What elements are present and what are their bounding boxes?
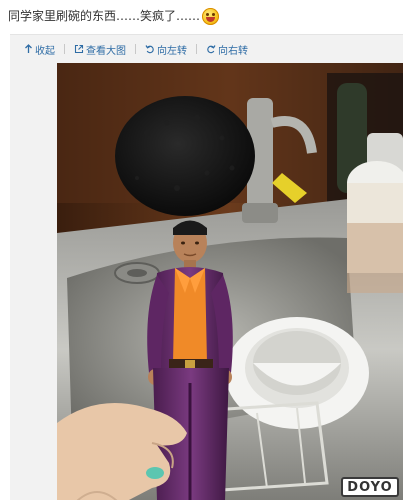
- laughing-face-icon: [202, 7, 220, 25]
- external-link-icon: [74, 44, 84, 54]
- post-text: 同学家里刷碗的东西……笑疯了……: [8, 9, 201, 23]
- collapse-button[interactable]: 收起: [24, 42, 55, 57]
- view-large-button[interactable]: 查看大图: [74, 42, 126, 57]
- divider: [135, 44, 136, 54]
- media-card: 收起 查看大图 向左转 向右转 DOYO: [10, 34, 403, 500]
- image-toolbar: 收起 查看大图 向左转 向右转: [24, 41, 248, 57]
- divider: [196, 44, 197, 54]
- site-watermark-logo: DOYO: [341, 477, 399, 497]
- rotate-right-icon: [207, 45, 216, 54]
- view-large-label: 查看大图: [86, 45, 126, 57]
- rotate-left-button[interactable]: 向左转: [145, 42, 187, 57]
- rotate-left-label: 向左转: [157, 45, 187, 57]
- rotate-right-button[interactable]: 向右转: [206, 42, 248, 57]
- arrow-up-icon: [25, 44, 32, 53]
- divider: [64, 44, 65, 54]
- photo-illustration: [57, 63, 403, 500]
- post-text-row: 同学家里刷碗的东西……笑疯了……: [8, 7, 220, 25]
- weibo-post: 同学家里刷碗的东西……笑疯了…… 收起 查看大图 向左转 向右转 DOYO: [0, 0, 407, 500]
- rotate-right-label: 向右转: [218, 45, 248, 57]
- collapse-label: 收起: [35, 45, 55, 57]
- post-photo[interactable]: DOYO: [57, 63, 403, 500]
- rotate-left-icon: [145, 45, 154, 54]
